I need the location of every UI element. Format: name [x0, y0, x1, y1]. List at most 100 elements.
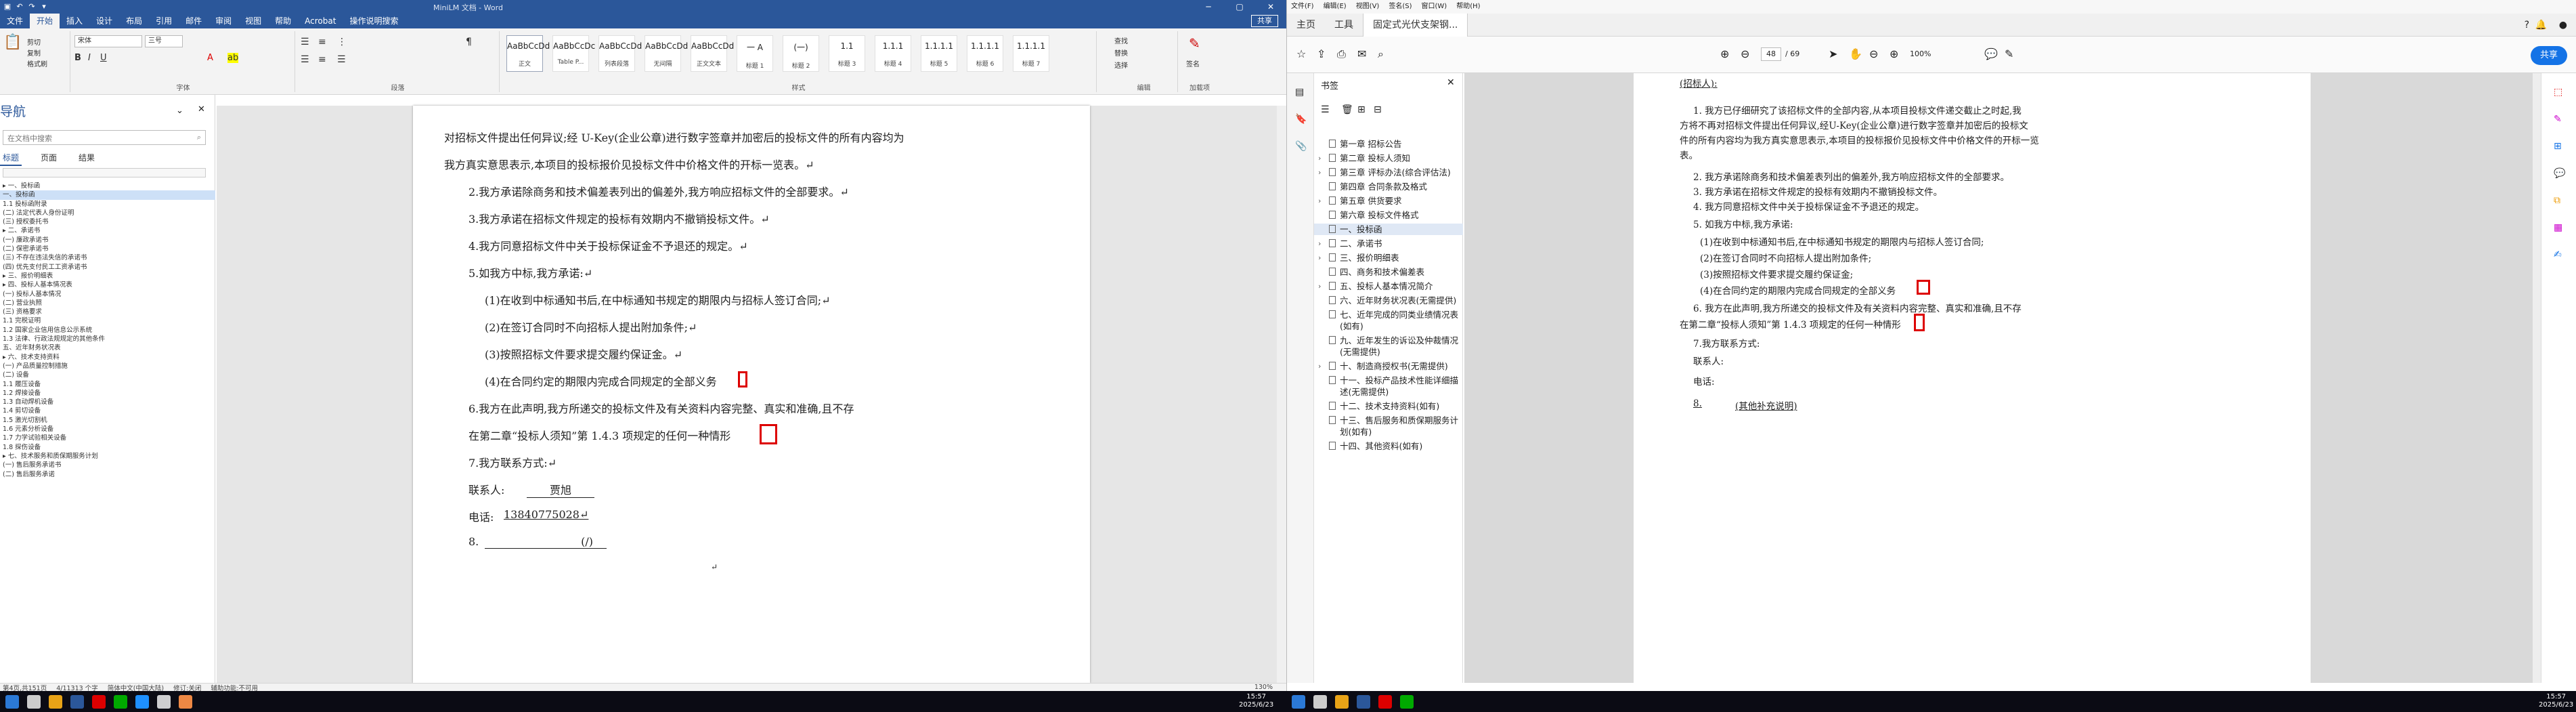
highlight-icon[interactable]: ab — [227, 53, 239, 63]
nav-heading-item[interactable]: ▸ 四、投标人基本情况表 — [0, 280, 215, 289]
tab-view[interactable]: 视图 — [238, 14, 268, 28]
tab-layout[interactable]: 布局 — [119, 14, 149, 28]
nav-heading-item[interactable]: (二) 设备 — [0, 371, 215, 379]
pdf-page[interactable]: (招标人): 1. 我方已仔细研究了该招标文件的全部内容,从本项目投标文件递交截止… — [1634, 73, 2311, 683]
file-explorer-icon[interactable] — [49, 695, 62, 709]
bookmark-item[interactable]: 一、投标函 — [1314, 224, 1463, 235]
redo-icon[interactable]: ↷ — [27, 2, 37, 12]
nav-heading-item[interactable]: 1.2 国家企业信用信息公示系统 — [0, 326, 215, 335]
style-item[interactable]: 1.1 标题 3 — [829, 35, 865, 72]
nav-heading-item[interactable]: 一、投标函 — [0, 190, 215, 200]
menu-edit[interactable]: 编辑(E) — [1324, 0, 1347, 14]
hand-tool-icon[interactable]: ✋ — [1849, 47, 1862, 60]
bookmark-item[interactable]: 七、近年完成的同类业绩情况表(如有) — [1314, 309, 1463, 332]
search-icon[interactable] — [1313, 695, 1327, 709]
replace-button[interactable]: 替换 — [1114, 47, 1128, 58]
organize-icon[interactable]: ▦ — [2554, 222, 2562, 233]
italic-button[interactable]: I — [88, 53, 91, 63]
numbering-icon[interactable]: ≡ — [318, 37, 326, 47]
bookmark-item[interactable]: › 第三章 评标办法(综合评估法) — [1314, 167, 1463, 178]
style-item[interactable]: 一 A 标题 1 — [737, 35, 773, 72]
tell-me-search[interactable]: 操作说明搜索 — [343, 14, 405, 28]
menu-window[interactable]: 窗口(W) — [1422, 0, 1447, 14]
upload-icon[interactable]: ⇪ — [1317, 47, 1326, 60]
tab-acrobat[interactable]: Acrobat — [298, 14, 343, 28]
format-painter-button[interactable]: 格式刷 — [27, 58, 47, 68]
cut-button[interactable]: 剪切 — [27, 37, 41, 47]
nav-heading-item[interactable]: (三) 授权委托书 — [0, 217, 215, 226]
underline-button[interactable]: U — [100, 53, 107, 63]
bookmark-item[interactable]: › 二、承诺书 — [1314, 238, 1463, 249]
nav-heading-item[interactable]: 1.1 履压设备 — [0, 380, 215, 389]
undo-icon[interactable]: ↶ — [15, 2, 24, 12]
style-item[interactable]: AaBbCcDd 正文 — [506, 35, 550, 72]
status-page[interactable]: 第4页,共151页 — [3, 683, 47, 692]
nav-tab-pages[interactable]: 页面 — [38, 150, 60, 166]
pages-icon[interactable]: ▤ — [1295, 87, 1304, 98]
customize-icon[interactable]: ▾ — [39, 2, 49, 12]
find-button[interactable]: 查找 — [1114, 35, 1128, 45]
select-button[interactable]: 选择 — [1114, 60, 1128, 70]
bookmark-item[interactable]: › 第五章 供货要求 — [1314, 195, 1463, 207]
tab-file[interactable]: 文件 — [0, 14, 30, 28]
nav-heading-item[interactable]: (一) 售后服务承诺书 — [0, 461, 215, 469]
nav-heading-item[interactable]: (二) 保密承诺书 — [0, 245, 215, 253]
account-icon[interactable]: ● — [2559, 20, 2567, 30]
bookmark-icon[interactable]: 🔖 — [1295, 114, 1307, 125]
bookmark-item[interactable]: › 三、报价明细表 — [1314, 252, 1463, 264]
nav-scroll-up[interactable] — [3, 168, 206, 177]
zoom-in-icon[interactable]: ⊕ — [1890, 47, 1898, 60]
expand-chevron-icon[interactable]: › — [1318, 280, 1321, 292]
pdf-scrollbar[interactable] — [2533, 73, 2541, 683]
help-icon[interactable]: ? — [2525, 20, 2529, 30]
nav-heading-item[interactable]: ▸ 六、技术支持资料 — [0, 353, 215, 362]
nav-heading-item[interactable]: (三) 资格要求 — [0, 308, 215, 316]
tab-design[interactable]: 设计 — [89, 14, 119, 28]
tab-document[interactable]: 固定式光伏支架钢... — [1363, 14, 1468, 37]
expand-chevron-icon[interactable]: › — [1318, 152, 1321, 164]
bookmark-item[interactable]: 十四、其他资料(如有) — [1314, 440, 1463, 452]
tab-review[interactable]: 审阅 — [209, 14, 238, 28]
close-icon[interactable]: ✕ — [1255, 0, 1286, 14]
nav-heading-item[interactable]: (二) 售后服务承诺 — [0, 470, 215, 479]
nav-heading-item[interactable]: 1.5 激光切割机 — [0, 416, 215, 425]
search-icon[interactable] — [27, 695, 41, 709]
minimize-icon[interactable]: ─ — [1193, 0, 1224, 14]
acrobat-icon[interactable] — [1378, 695, 1392, 709]
acrobat-icon[interactable] — [92, 695, 106, 709]
style-item[interactable]: (一) 标题 2 — [783, 35, 819, 72]
clock-right[interactable]: 15:57 2025/6/23 — [2539, 693, 2573, 709]
nav-heading-item[interactable]: 1.4 剪切设备 — [0, 406, 215, 415]
style-item[interactable]: 1.1.1 标题 4 — [875, 35, 911, 72]
search-icon[interactable]: ⌕ — [197, 133, 201, 142]
export-pdf-icon[interactable]: ⬚ — [2554, 87, 2562, 98]
nav-search-input[interactable]: 在文档中搜索 ⌕ — [3, 130, 206, 145]
tab-home[interactable]: 开始 — [30, 14, 60, 28]
expand-chevron-icon[interactable]: › — [1318, 195, 1321, 207]
comment-tool-icon[interactable]: 💬 — [2554, 168, 2565, 179]
nav-close-icon[interactable]: ✕ — [198, 104, 205, 114]
style-item[interactable]: 1.1.1.1 标题 6 — [967, 35, 1003, 72]
print-icon[interactable]: ⎙ — [1337, 47, 1346, 61]
expand-chevron-icon[interactable]: › — [1318, 360, 1321, 372]
bookmark-item[interactable]: 第六章 投标文件格式 — [1314, 209, 1463, 221]
page-number-input[interactable]: 48 — [1761, 47, 1781, 61]
align-right-icon[interactable]: ☰ — [337, 54, 346, 65]
nav-heading-item[interactable]: 1.3 法律、行政法规规定的其他条件 — [0, 335, 215, 343]
draw-icon[interactable]: ✎ — [2005, 47, 2013, 60]
start-icon[interactable] — [1292, 695, 1305, 709]
attachment-icon[interactable]: 📎 — [1295, 141, 1307, 152]
style-item[interactable]: AaBbCcDc Table P... — [552, 35, 595, 72]
bookmark-item[interactable]: 十一、投标产品技术性能详细描述(无需提供) — [1314, 375, 1463, 398]
status-language[interactable]: 简体中文(中国大陆) — [108, 683, 164, 692]
nav-heading-item[interactable]: (一) 廉政承诺书 — [0, 236, 215, 245]
status-track-changes[interactable]: 修订:关闭 — [173, 683, 201, 692]
word-share-button[interactable]: 共享 — [1251, 15, 1278, 27]
save-icon[interactable]: ☆ — [1296, 47, 1306, 60]
word-icon[interactable] — [70, 695, 84, 709]
style-item[interactable]: 1.1.1.1 标题 5 — [921, 35, 957, 72]
comment-icon[interactable]: 💬 — [1984, 47, 1998, 60]
nav-heading-item[interactable]: 五、近年财务状况表 — [0, 343, 215, 352]
nav-heading-item[interactable]: ▸ 七、技术服务和质保期服务计划 — [0, 452, 215, 461]
file-explorer-icon[interactable] — [1335, 695, 1349, 709]
